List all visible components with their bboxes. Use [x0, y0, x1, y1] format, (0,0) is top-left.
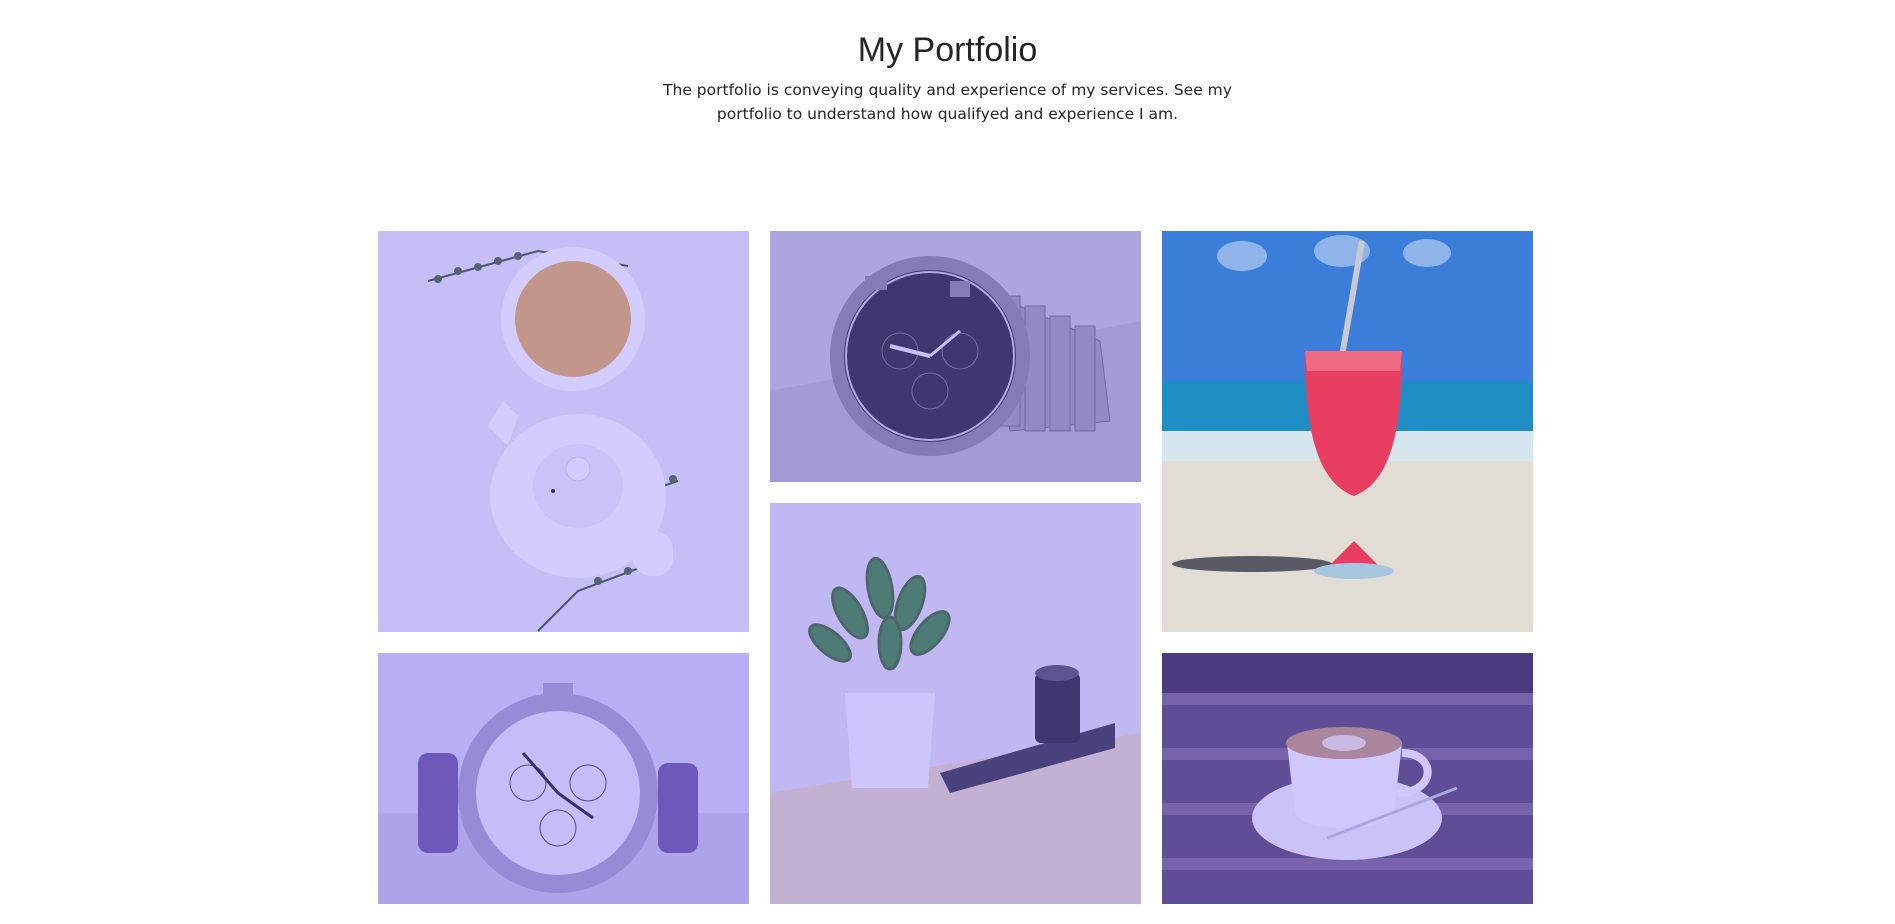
- portfolio-image-plant[interactable]: [770, 503, 1141, 904]
- cocktail-image: [1162, 231, 1533, 632]
- portfolio-image-watch-black[interactable]: [770, 231, 1141, 482]
- watch-white-image: [378, 653, 749, 904]
- coffee-image: [1162, 653, 1533, 904]
- plant-image: [770, 503, 1141, 904]
- watch-black-image: [770, 231, 1141, 482]
- tea-image: [378, 231, 749, 632]
- portfolio-image-cocktail[interactable]: [1162, 231, 1533, 632]
- page-description: The portfolio is conveying quality and e…: [663, 81, 1232, 123]
- portfolio-image-watch-white[interactable]: [378, 653, 749, 904]
- portfolio-image-coffee[interactable]: [1162, 653, 1533, 904]
- page-title: My Portfolio: [857, 31, 1038, 69]
- portfolio-image-tea[interactable]: [378, 231, 749, 632]
